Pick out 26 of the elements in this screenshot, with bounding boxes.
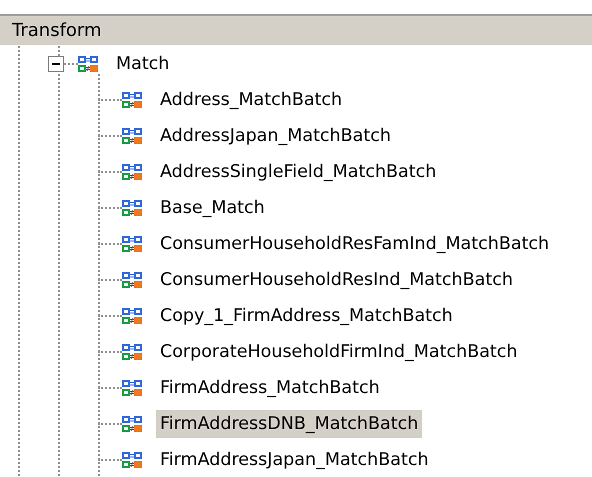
tree-item[interactable]: ConsumerHouseholdResFamInd_MatchBatch [156,230,554,258]
match-icon [122,452,142,468]
match-icon [122,380,142,396]
tree-item[interactable]: FirmAddressDNB_MatchBatch [156,410,422,438]
match-icon [122,164,142,180]
tree-item[interactable]: Address_MatchBatch [156,86,346,114]
tree-item[interactable]: FirmAddressJapan_MatchBatch [156,446,433,474]
match-icon [122,272,142,288]
match-icon [122,236,142,252]
match-icon [122,344,142,360]
match-icon [122,92,142,108]
match-icon [122,308,142,324]
match-icon [122,416,142,432]
match-icon [122,128,142,144]
tree-item[interactable]: AddressSingleField_MatchBatch [156,158,440,186]
tree-item[interactable]: AddressJapan_MatchBatch [156,122,395,150]
match-icon [78,56,98,72]
tree-item[interactable]: ConsumerHouseholdResInd_MatchBatch [156,266,517,294]
collapse-icon[interactable] [48,56,64,72]
tree-item[interactable]: FirmAddress_MatchBatch [156,374,384,402]
match-icon [122,200,142,216]
panel-title: Transform [0,16,592,46]
tree-item[interactable]: Match [112,50,174,78]
tree-item[interactable]: CorporateHouseholdFirmInd_MatchBatch [156,338,522,366]
tree-item[interactable]: Base_Match [156,194,269,222]
tree-item[interactable]: Copy_1_FirmAddress_MatchBatch [156,302,457,330]
